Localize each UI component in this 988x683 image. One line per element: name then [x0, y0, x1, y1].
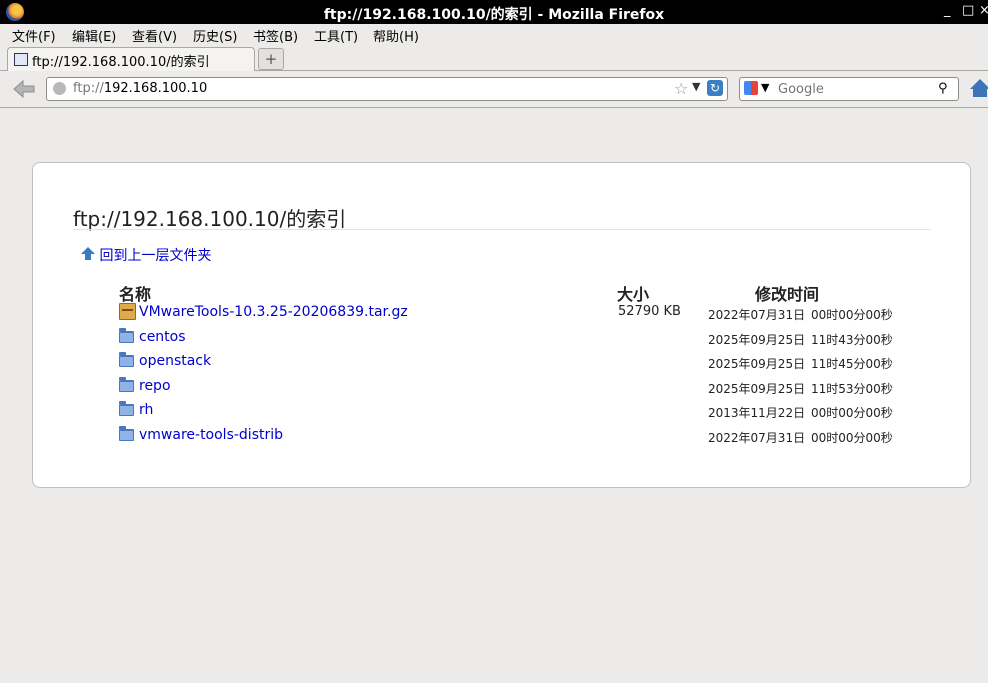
tab-label: ftp://192.168.100.10/的索引: [32, 55, 210, 70]
directory-listing-panel: ftp://192.168.100.10/的索引 回到上一层文件夹 名称 大小 …: [32, 162, 971, 488]
google-engine-icon[interactable]: [744, 81, 758, 95]
close-button[interactable]: ×: [979, 3, 988, 18]
file-date: 2022年07月31日: [708, 431, 806, 445]
table-row: openstack 2025年09月25日 11时45分00秒: [33, 352, 970, 375]
menu-edit[interactable]: 编辑(E): [72, 26, 116, 45]
parent-directory-link[interactable]: 回到上一层文件夹: [81, 245, 211, 265]
table-row: vmware-tools-distrib 2022年07月31日 00时00分0…: [33, 426, 970, 449]
new-tab-button[interactable]: +: [258, 48, 284, 70]
folder-icon: [119, 377, 134, 392]
file-date: 2025年09月25日: [708, 382, 806, 396]
reload-icon[interactable]: ↻: [707, 80, 723, 96]
folder-icon: [119, 352, 134, 367]
search-engine-dropdown-icon[interactable]: ▼: [761, 81, 769, 94]
tab-ftp-index[interactable]: ftp://192.168.100.10/的索引: [7, 47, 255, 71]
menu-help[interactable]: 帮助(H): [373, 26, 419, 45]
page-content: ftp://192.168.100.10/的索引 回到上一层文件夹 名称 大小 …: [4, 108, 988, 683]
file-link[interactable]: VMwareTools-10.3.25-20206839.tar.gz: [139, 304, 408, 320]
back-button[interactable]: [12, 79, 36, 99]
folder-link[interactable]: rh: [139, 402, 153, 418]
column-header-modified[interactable]: 修改时间: [755, 281, 819, 305]
folder-icon: [119, 426, 134, 441]
file-date: 2025年09月25日: [708, 333, 806, 347]
file-time: 11时43分00秒: [811, 333, 893, 347]
folder-icon: [119, 401, 134, 416]
home-button[interactable]: [970, 79, 988, 99]
file-time: 00时00分00秒: [811, 431, 893, 445]
menu-history[interactable]: 历史(S): [193, 26, 237, 45]
url-text[interactable]: ftp://192.168.100.10: [73, 81, 207, 96]
column-header-name[interactable]: 名称: [119, 281, 151, 305]
menu-bookmarks[interactable]: 书签(B): [253, 26, 298, 45]
menu-view[interactable]: 查看(V): [132, 26, 177, 45]
globe-icon: [53, 82, 66, 95]
navigation-toolbar: ftp://192.168.100.10 ☆ ▼ ↻ ▼ ⚲: [0, 71, 988, 108]
parent-directory-label: 回到上一层文件夹: [99, 248, 212, 264]
column-header-size[interactable]: 大小: [617, 281, 649, 305]
file-size: 52790 KB: [618, 304, 681, 319]
menu-file[interactable]: 文件(F): [12, 26, 56, 45]
back-arrow-icon: [13, 79, 35, 99]
table-row: rh 2013年11月22日 00时00分00秒: [33, 401, 970, 424]
divider: [73, 229, 931, 230]
file-time: 00时00分00秒: [811, 308, 893, 322]
file-date: 2013年11月22日: [708, 406, 806, 420]
maximize-button[interactable]: □: [962, 3, 974, 18]
table-row: VMwareTools-10.3.25-20206839.tar.gz 5279…: [33, 303, 970, 326]
folder-link[interactable]: centos: [139, 329, 186, 345]
folder-icon: [119, 328, 134, 343]
page-title: ftp://192.168.100.10/的索引: [73, 207, 347, 231]
table-row: repo 2025年09月25日 11时53分00秒: [33, 377, 970, 400]
up-arrow-icon: [81, 247, 95, 260]
folder-link[interactable]: openstack: [139, 353, 211, 369]
window-titlebar: ftp://192.168.100.10/的索引 - Mozilla Firef…: [0, 0, 988, 24]
search-bar[interactable]: ▼ ⚲: [739, 77, 959, 101]
table-row: centos 2025年09月25日 11时43分00秒: [33, 328, 970, 351]
tab-strip: ftp://192.168.100.10/的索引 +: [0, 44, 988, 71]
binoculars-icon[interactable]: ⚲: [938, 81, 948, 96]
url-host: 192.168.100.10: [103, 81, 208, 96]
monitor-icon: [14, 53, 28, 66]
window-title: ftp://192.168.100.10/的索引 - Mozilla Firef…: [323, 7, 665, 23]
search-input[interactable]: [776, 80, 930, 98]
folder-link[interactable]: vmware-tools-distrib: [139, 427, 283, 443]
archive-file-icon: [119, 303, 136, 320]
file-time: 11时45分00秒: [811, 357, 893, 371]
file-date: 2025年09月25日: [708, 357, 806, 371]
minimize-button[interactable]: _: [944, 3, 951, 18]
menu-tools[interactable]: 工具(T): [314, 26, 358, 45]
file-time: 00时00分00秒: [811, 406, 893, 420]
url-protocol: ftp://: [73, 81, 104, 96]
folder-link[interactable]: repo: [139, 378, 171, 394]
menubar: 文件(F) 编辑(E) 查看(V) 历史(S) 书签(B) 工具(T) 帮助(H…: [0, 24, 988, 45]
url-bar[interactable]: ftp://192.168.100.10 ☆ ▼ ↻: [46, 77, 728, 101]
bookmark-star-icon[interactable]: ☆: [674, 79, 688, 98]
file-date: 2022年07月31日: [708, 308, 806, 322]
url-dropdown-icon[interactable]: ▼: [692, 80, 700, 93]
file-time: 11时53分00秒: [811, 382, 893, 396]
